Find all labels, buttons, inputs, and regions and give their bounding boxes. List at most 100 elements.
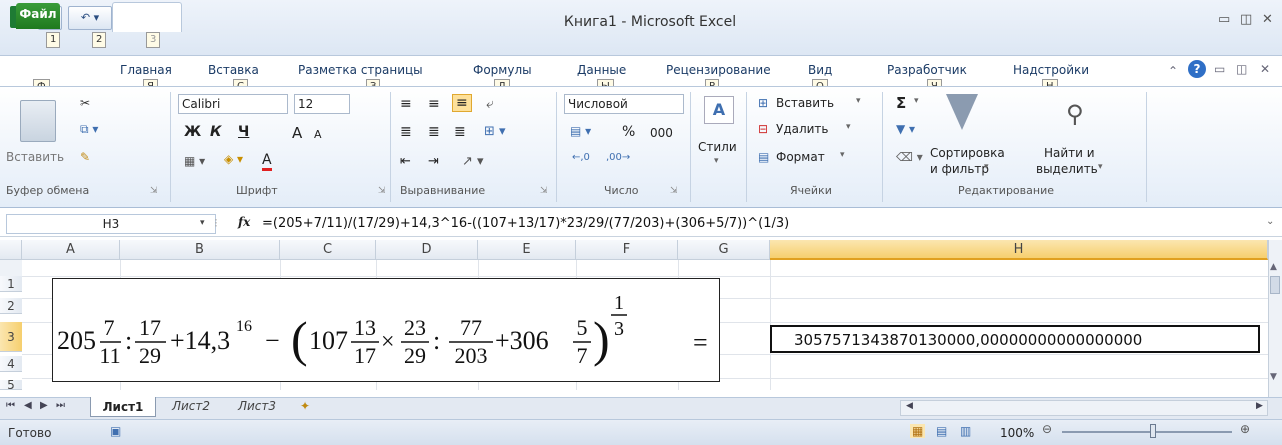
align-bottom-icon[interactable]: ≡ xyxy=(452,94,472,112)
col-header-C[interactable]: C xyxy=(280,240,376,260)
increase-decimal-icon[interactable]: ←,0 xyxy=(572,152,590,163)
zoom-level[interactable]: 100% xyxy=(1000,426,1034,440)
row-header-4[interactable]: 4 xyxy=(0,356,22,372)
doc-minimize-icon[interactable]: ▭ xyxy=(1214,62,1225,76)
number-format-select[interactable]: Числовой xyxy=(564,94,684,114)
row-header-3[interactable]: 3 xyxy=(0,322,22,352)
font-color-button[interactable]: A xyxy=(262,152,272,171)
alignment-launcher-icon[interactable]: ⇲ xyxy=(540,186,548,196)
sort-filter-dropdown-icon[interactable]: ▾ xyxy=(984,162,989,172)
grow-font-button[interactable]: A xyxy=(292,124,302,142)
currency-icon[interactable]: ▤ ▾ xyxy=(570,124,591,138)
cancel-entry-icon[interactable]: ⁝ xyxy=(214,216,218,230)
ribbon-collapse-icon[interactable]: ⌃ xyxy=(1168,64,1178,78)
tab-view[interactable]: Вид xyxy=(808,63,832,77)
horizontal-scrollbar[interactable] xyxy=(900,400,1268,416)
find-select-label-2[interactable]: выделить xyxy=(1036,162,1098,176)
select-all-corner[interactable] xyxy=(0,240,22,260)
name-box-dropdown-icon[interactable]: ▾ xyxy=(200,218,205,228)
sheet-tab-3[interactable]: Лист3 xyxy=(224,399,290,413)
styles-button[interactable]: Стили xyxy=(698,140,737,154)
align-top-icon[interactable]: ≡ xyxy=(400,96,412,112)
undo-icon[interactable]: ↶ ▾ xyxy=(68,6,112,30)
delete-dropdown-icon[interactable]: ▾ xyxy=(846,122,851,132)
scroll-up-icon[interactable]: ▲ xyxy=(1270,262,1277,272)
sort-filter-icon[interactable] xyxy=(946,94,978,130)
tab-review[interactable]: Рецензирование xyxy=(666,63,771,77)
row-header-5[interactable]: 5 xyxy=(0,380,22,390)
zoom-slider[interactable] xyxy=(1062,431,1232,433)
clipboard-launcher-icon[interactable]: ⇲ xyxy=(150,186,158,196)
fill-icon[interactable]: ▼ ▾ xyxy=(896,122,915,136)
col-header-B[interactable]: B xyxy=(120,240,280,260)
number-launcher-icon[interactable]: ⇲ xyxy=(670,186,678,196)
sheet-tab-2[interactable]: Лист2 xyxy=(158,399,224,413)
zoom-out-icon[interactable]: ⊖ xyxy=(1042,422,1052,436)
sort-filter-label-2[interactable]: и фильтр xyxy=(930,162,989,176)
normal-view-icon[interactable]: ▦ xyxy=(910,424,926,438)
align-right-icon[interactable]: ≣ xyxy=(454,124,466,140)
font-name-select[interactable]: Calibri xyxy=(178,94,288,114)
find-select-dropdown-icon[interactable]: ▾ xyxy=(1098,162,1103,172)
tab-developer[interactable]: Разработчик xyxy=(887,63,967,77)
name-box[interactable]: H3 xyxy=(6,214,216,234)
styles-dropdown-icon[interactable]: ▾ xyxy=(714,156,719,166)
copy-icon[interactable]: ⧉ ▾ xyxy=(80,122,98,137)
tab-data[interactable]: Данные xyxy=(577,63,626,77)
tab-formulas[interactable]: Формулы xyxy=(473,63,532,77)
col-header-G[interactable]: G xyxy=(678,240,770,260)
insert-function-button[interactable]: fx xyxy=(238,215,250,229)
tab-page-layout[interactable]: Разметка страницы xyxy=(298,63,423,77)
scroll-down-icon[interactable]: ▼ xyxy=(1270,372,1277,382)
scroll-thumb[interactable] xyxy=(1270,276,1280,294)
align-middle-icon[interactable]: ≡ xyxy=(428,96,440,112)
underline-button[interactable]: Ч xyxy=(238,124,249,140)
merge-center-icon[interactable]: ⊞ ▾ xyxy=(484,124,506,139)
doc-restore-icon[interactable]: ◫ xyxy=(1236,62,1247,76)
format-cells-icon[interactable]: ▤ xyxy=(758,150,769,164)
orientation-icon[interactable]: ↗ ▾ xyxy=(462,154,484,169)
tab-addins[interactable]: Надстройки xyxy=(1013,63,1089,77)
equation-image[interactable]: 205 7 11 : 17 29 +14,3 16 − ( 107 13 17 … xyxy=(52,278,720,382)
sheet-nav-next-icon[interactable]: ▶ xyxy=(40,400,48,411)
insert-cells-button[interactable]: Вставить xyxy=(776,96,834,110)
format-cells-button[interactable]: Формат xyxy=(776,150,825,164)
hscroll-left-icon[interactable]: ◀ xyxy=(906,401,913,411)
col-header-A[interactable]: A xyxy=(22,240,120,260)
fill-color-icon[interactable]: ◈ ▾ xyxy=(224,152,243,166)
thousands-button[interactable]: 000 xyxy=(650,126,673,140)
delete-cells-icon[interactable]: ⊟ xyxy=(758,122,768,136)
autosum-dropdown-icon[interactable]: ▾ xyxy=(914,96,919,106)
delete-cells-button[interactable]: Удалить xyxy=(776,122,829,136)
percent-button[interactable]: % xyxy=(622,124,635,140)
paste-icon[interactable] xyxy=(20,100,56,142)
sheet-nav-last-icon[interactable]: ⏭ xyxy=(56,400,65,411)
styles-icon[interactable]: A xyxy=(704,96,734,124)
zoom-slider-thumb[interactable] xyxy=(1150,424,1156,438)
bold-button[interactable]: Ж xyxy=(184,124,201,140)
binoculars-icon[interactable]: ⚲ xyxy=(1066,100,1084,128)
clear-icon[interactable]: ⌫ ▾ xyxy=(896,150,923,164)
decrease-decimal-icon[interactable]: ,00→ xyxy=(606,152,630,163)
new-sheet-icon[interactable]: ✦ xyxy=(300,399,310,413)
row-header-2[interactable]: 2 xyxy=(0,298,22,314)
sheet-nav-prev-icon[interactable]: ◀ xyxy=(24,400,32,411)
increase-indent-icon[interactable]: ⇥ xyxy=(428,154,439,169)
zoom-in-icon[interactable]: ⊕ xyxy=(1240,422,1250,436)
shrink-font-button[interactable]: A xyxy=(314,128,322,141)
find-select-label-1[interactable]: Найти и xyxy=(1044,146,1095,160)
col-header-E[interactable]: E xyxy=(478,240,576,260)
sheet-tab-1[interactable]: Лист1 xyxy=(90,397,156,417)
minimize-icon[interactable]: ▭ xyxy=(1218,12,1230,27)
restore-icon[interactable]: ◫ xyxy=(1240,12,1252,27)
close-icon[interactable]: ✕ xyxy=(1262,12,1273,27)
borders-icon[interactable]: ▦ ▾ xyxy=(184,154,205,168)
hscroll-right-icon[interactable]: ▶ xyxy=(1256,401,1263,411)
font-size-select[interactable]: 12 xyxy=(294,94,350,114)
expand-formula-icon[interactable]: ⌄ xyxy=(1266,216,1274,227)
sheet-nav-first-icon[interactable]: ⏮ xyxy=(6,400,15,411)
tab-home[interactable]: Главная xyxy=(120,63,172,77)
macro-record-icon[interactable]: ▣ xyxy=(110,424,121,438)
align-center-icon[interactable]: ≣ xyxy=(428,124,440,140)
format-painter-icon[interactable]: ✎ xyxy=(80,150,90,164)
